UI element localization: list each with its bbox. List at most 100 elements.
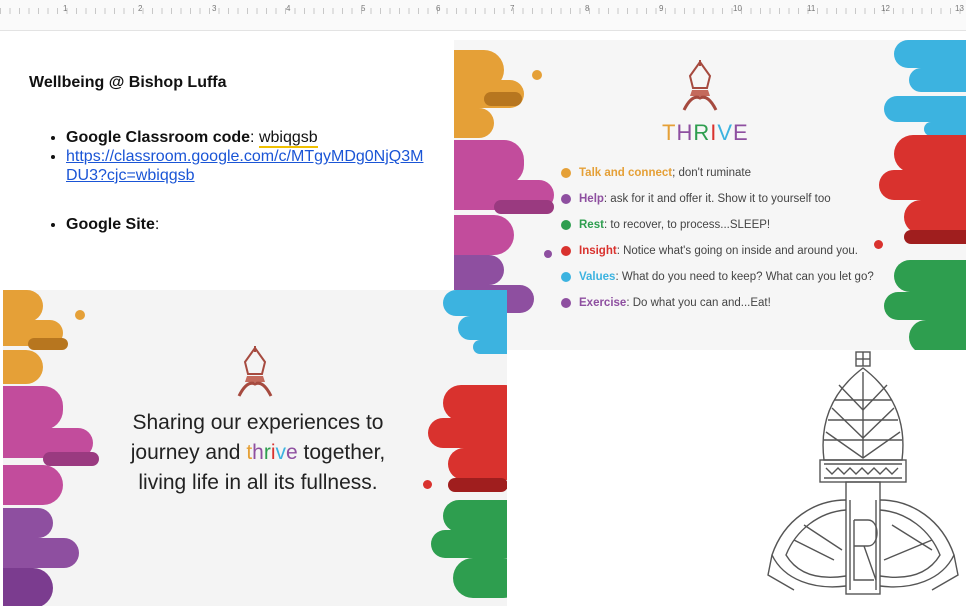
thrive-description: : ask for it and offer it. Show it to yo… [603,193,831,205]
thrive-title-letter: R [693,120,711,145]
thrive-description: ; don't ruminate [672,167,751,179]
thrive-list-item: Talk and connect; don't ruminate [561,160,874,186]
thrive-description: : What do you need to keep? What can you… [615,271,874,283]
bishop-mitre-drawing-icon[interactable] [764,350,962,600]
thrive-title-letter: V [717,120,734,145]
decor-blob [3,538,79,568]
thrive-description: : Do what you can and...Eat! [626,297,771,309]
bullet-dot-icon [561,220,571,230]
ruler-number: 12 [881,4,890,13]
document-text-area[interactable]: Wellbeing @ Bishop Luffa Google Classroo… [0,40,454,290]
ruler-number: 5 [361,4,366,13]
classroom-link-item: https://classroom.google.com/c/MTgyMDg0N… [66,147,426,185]
decor-blob [894,40,966,68]
decor-blob [884,96,966,122]
decor-blob [909,320,966,350]
ruler-number: 8 [585,4,590,13]
decor-dot [75,310,85,320]
ruler-number: 4 [286,4,291,13]
doc-bullet-list: Google Classroom code: wbiqgsb https://c… [36,128,426,234]
sharing-line-3: living life in all its fullness. [138,471,378,494]
thrive-word: thrive [246,441,297,464]
thrive-title-letter: E [733,120,749,145]
decor-blob [3,568,53,606]
thrive-list-item: Rest: to recover, to process...SLEEP! [561,212,874,238]
decor-blob [484,92,522,106]
classroom-link[interactable]: https://classroom.google.com/c/MTgyMDg0N… [66,148,423,184]
decor-blob [448,448,507,480]
decor-blob [894,135,966,173]
thrive-description: : to recover, to process...SLEEP! [603,219,771,231]
thrive-title-letter: T [662,120,677,145]
decor-blob [3,290,43,322]
bullet-dot-icon [561,168,571,178]
ruler-number: 1 [63,4,68,13]
thrive-keyword: Rest [579,219,604,231]
decor-blob [3,350,43,384]
ruler-number: 2 [138,4,143,13]
ruler-number: 9 [659,4,664,13]
thrive-word-letter: r [263,441,271,464]
bullet-dot-icon [561,272,571,282]
decor-blob [454,255,504,285]
thrive-keyword: Exercise [579,297,627,309]
classroom-code-item: Google Classroom code: wbiqgsb [66,128,426,148]
thrive-word-letter: e [286,441,298,464]
decor-blob [448,478,507,492]
decor-dot [532,70,542,80]
decor-blob [454,215,514,255]
decor-blob [453,558,507,598]
decor-dot [874,240,883,249]
decor-blob [924,122,966,136]
decor-blob [904,230,966,244]
sharing-line-1: Sharing our experiences to [132,411,384,434]
decor-blob [884,292,966,320]
google-site-item: Google Site: [66,215,426,234]
decor-blob [879,170,966,200]
thrive-title: THRIVE [662,120,749,146]
thrive-keyword: Help [579,193,604,205]
decor-blob [494,200,554,214]
thrive-keyword: Talk and connect [579,167,673,179]
thrive-list: Talk and connect; don't ruminate Help: as… [561,160,874,316]
decor-blob [3,386,63,430]
decor-blob [443,385,507,421]
ruler-number: 6 [436,4,441,13]
thrive-keyword: Values [579,271,616,283]
decor-blob [3,465,63,505]
classroom-code-separator: : [250,129,259,146]
thrive-slide-image[interactable]: THRIVE Talk and connect; don't ruminate H… [454,40,966,350]
ruler-number: 13 [955,4,964,13]
thrive-title-letter: H [676,120,694,145]
bishop-mitre-logo-icon [229,344,281,400]
classroom-code-label: Google Classroom code [66,129,251,146]
sharing-text: Sharing our experiences to journey and t… [93,408,423,498]
sharing-line-2-pre: journey and [130,441,247,464]
decor-blob [443,290,507,316]
decor-blob [473,340,507,354]
sharing-slide-image[interactable]: Sharing our experiences to journey and t… [3,290,507,606]
bishop-mitre-logo-icon [674,58,726,114]
google-site-separator: : [154,216,160,233]
ruler-number: 11 [807,4,816,13]
thrive-list-item: Insight: Notice what's going on inside a… [561,238,874,264]
doc-title: Wellbeing @ Bishop Luffa [29,74,227,91]
decor-blob [454,140,524,185]
decor-blob [428,418,507,448]
decor-dot [544,250,552,258]
decor-blob [454,108,494,138]
decor-blob [443,500,507,532]
sharing-line-2-post: together, [297,441,386,464]
bullet-dot-icon [561,298,571,308]
thrive-word-letter: h [252,441,264,464]
thrive-keyword: Insight [579,245,617,257]
ruler-number: 10 [733,4,742,13]
thrive-word-letter: v [275,441,287,464]
horizontal-ruler[interactable]: 1 2 3 4 5 6 7 8 9 10 11 12 13 [0,0,966,31]
sharing-line-2: journey and thrive together, [93,438,423,468]
decor-blob [909,68,966,92]
bullet-dot-icon [561,194,571,204]
google-site-label: Google Site [66,216,155,233]
ruler-number: 3 [212,4,217,13]
thrive-description: : Notice what's going on inside and arou… [616,245,859,257]
